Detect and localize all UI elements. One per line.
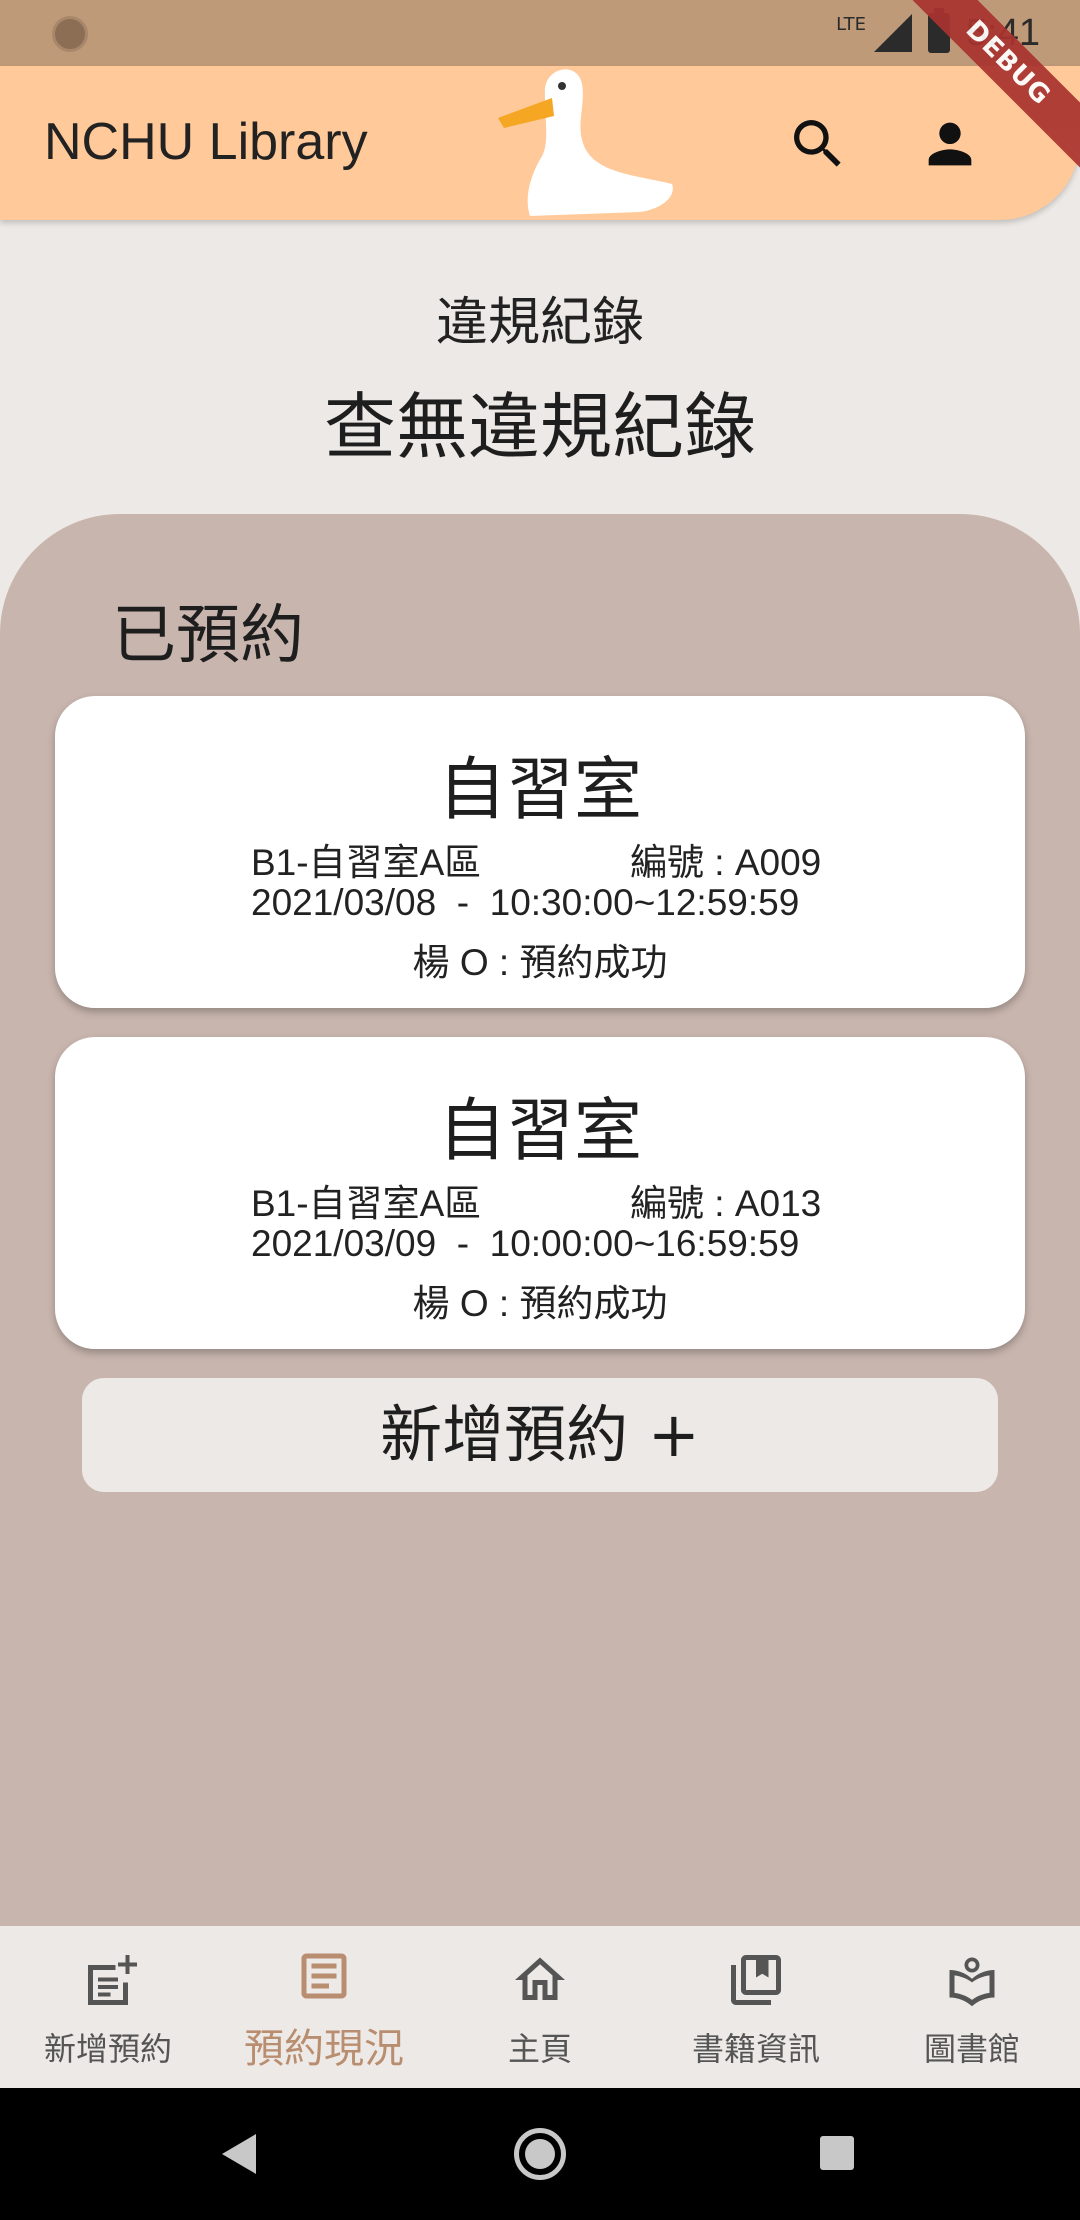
nav-item-book-info[interactable]: 書籍資訊 <box>648 1926 864 2088</box>
app-bar: NCHU Library <box>0 66 1080 220</box>
network-type: LTE <box>836 13 867 35</box>
card-title: 自習室 <box>437 1092 642 1171</box>
card-status: 楊 O : 預約成功 <box>412 942 668 983</box>
reservation-card[interactable]: 自習室 B1-自習室A區 編號 : A013 2021/03/09 - 10:0… <box>55 1037 1025 1349</box>
card-title: 自習室 <box>437 751 642 830</box>
goose-logo-icon <box>498 69 673 216</box>
card-datetime: 2021/03/08 - 10:30:00~12:59:59 <box>251 882 800 923</box>
reservation-card[interactable]: 自習室 B1-自習室A區 編號 : A009 2021/03/08 - 10:3… <box>55 696 1025 1008</box>
search-icon[interactable] <box>786 112 850 176</box>
card-status: 楊 O : 預約成功 <box>412 1283 668 1324</box>
card-location: B1-自習室A區 <box>251 1183 482 1224</box>
card-seat-number: 編號 : A013 <box>630 1183 822 1224</box>
home-circle-icon[interactable] <box>514 2128 566 2180</box>
home-icon <box>515 1957 565 2000</box>
library-books-icon <box>731 1955 781 2005</box>
card-seat-number: 編號 : A009 <box>630 842 822 883</box>
card-location: B1-自習室A區 <box>251 842 482 883</box>
back-icon[interactable] <box>222 2134 256 2174</box>
nav-item-library[interactable]: 圖書館 <box>864 1926 1080 2088</box>
card-datetime: 2021/03/09 - 10:00:00~16:59:59 <box>251 1223 800 1264</box>
nav-label: 書籍資訊 <box>691 2030 820 2068</box>
status-bar: LTE 5:41 <box>0 0 1080 66</box>
nav-label: 圖書館 <box>923 2030 1020 2068</box>
reserved-panel: 已預約 自習室 B1-自習室A區 編號 : A009 2021/03/08 - … <box>0 514 1080 1926</box>
notification-dot-icon <box>52 16 88 52</box>
nav-item-add-reservation[interactable]: 新增預約 <box>0 1926 216 2088</box>
violation-label: 違規紀錄 <box>435 293 644 353</box>
violation-status: 查無違規紀錄 <box>323 385 756 469</box>
add-note-icon <box>88 1955 137 2005</box>
recents-icon[interactable] <box>820 2136 854 2170</box>
person-icon[interactable] <box>918 112 982 176</box>
bottom-nav: 新增預約 預約現況 主頁 書籍資訊 圖書館 <box>0 1926 1080 2088</box>
nav-label: 預約現況 <box>244 2026 404 2072</box>
local-library-icon <box>949 1957 995 2007</box>
nav-item-reservation-status[interactable]: 預約現況 <box>216 1926 432 2088</box>
nav-item-home[interactable]: 主頁 <box>432 1926 648 2088</box>
app-title: NCHU Library <box>44 113 368 171</box>
nav-label: 新增預約 <box>43 2030 172 2068</box>
add-reservation-button[interactable]: 新增預約 + <box>82 1378 998 1492</box>
system-nav-bar <box>0 2088 1080 2220</box>
nav-label: 主頁 <box>507 2030 572 2068</box>
reserved-heading: 已預約 <box>112 599 304 673</box>
article-icon <box>301 1953 347 1999</box>
signal-icon <box>874 14 913 52</box>
